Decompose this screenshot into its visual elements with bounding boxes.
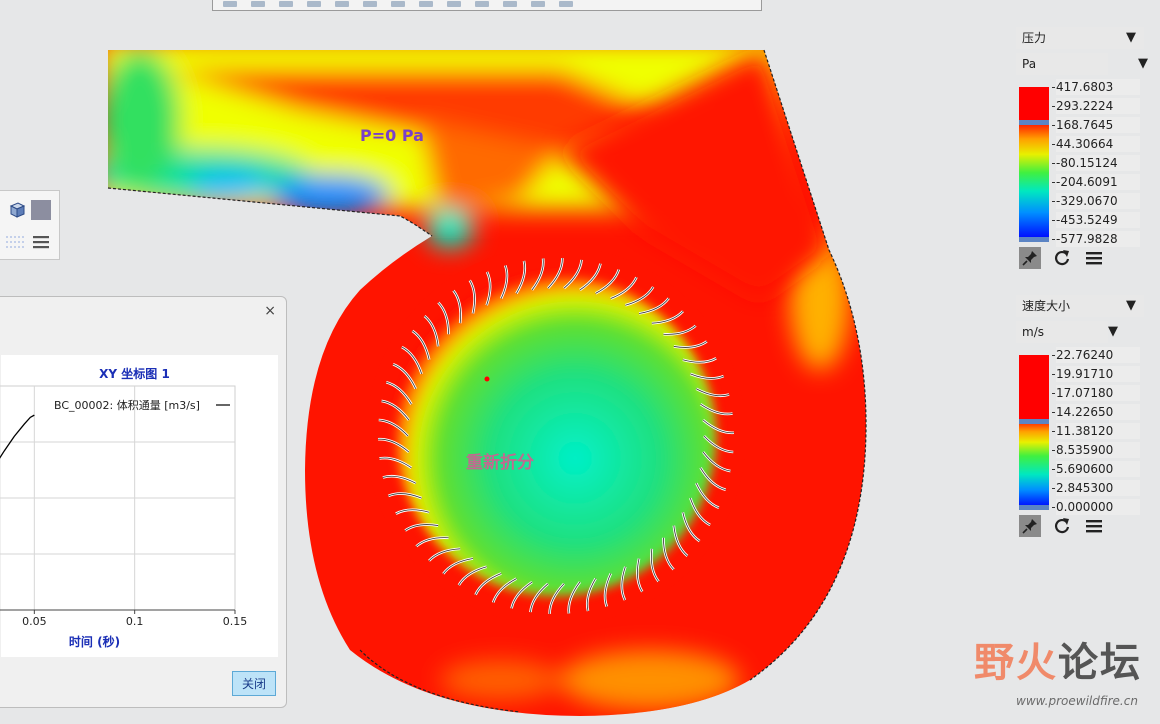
pressure-color-bar <box>1019 87 1049 240</box>
toolbar-icon[interactable] <box>503 1 517 7</box>
tick-label: 14.22650 <box>1052 404 1140 420</box>
tick-label: 168.7645 <box>1052 117 1140 133</box>
tick-label: 417.6803 <box>1052 79 1140 95</box>
unit-dropdown[interactable]: m/s ▼ <box>1016 321 1118 343</box>
cube-view-icon[interactable] <box>4 199 26 221</box>
toolbar-icon[interactable] <box>475 1 489 7</box>
quantity-label: 压力 <box>1022 31 1047 45</box>
x-axis-title: 时间 (秒) <box>68 635 121 649</box>
tick-label: 5.690600 <box>1052 461 1140 477</box>
velocity-legend: 速度大小 ▼ m/s ▼ 22.76240 19.91710 17.07180 … <box>1016 295 1144 540</box>
watermark-text-a: 野火 <box>974 640 1058 686</box>
series-line <box>0 414 35 459</box>
outlet-pressure-label: P=0 Pa <box>360 126 424 145</box>
unit-dropdown[interactable]: Pa ▼ <box>1016 53 1148 75</box>
tick-label: -453.5249 <box>1052 212 1140 228</box>
unit-label: m/s <box>1022 325 1044 339</box>
tick-label: -577.9828 <box>1052 231 1140 247</box>
range-handle-lower[interactable] <box>1019 237 1049 242</box>
quantity-dropdown[interactable]: 压力 ▼ <box>1016 27 1144 49</box>
pressure-legend: 压力 ▼ Pa ▼ 417.6803 293.2224 168.7645 44.… <box>1016 27 1148 272</box>
tick-label: -80.15124 <box>1052 155 1140 171</box>
toolbar-icon[interactable] <box>531 1 545 7</box>
dropdown-arrow-icon: ▼ <box>1126 30 1136 45</box>
unit-label: Pa <box>1022 57 1037 71</box>
status-overlay-text: 重新折分 <box>466 453 534 473</box>
tick-label: -329.0670 <box>1052 193 1140 209</box>
tick-label: 293.2224 <box>1052 98 1140 114</box>
toolbar-icon[interactable] <box>559 1 573 7</box>
menu-icon[interactable] <box>1083 515 1105 537</box>
probe-point <box>484 376 490 382</box>
toolbar-icon[interactable] <box>335 1 349 7</box>
toolbar-icon[interactable] <box>391 1 405 7</box>
tick-label: 11.38120 <box>1052 423 1140 439</box>
impeller-inner-field <box>396 276 716 596</box>
tick-label: 44.30664 <box>1052 136 1140 152</box>
tick-label: 0.000000 <box>1052 499 1140 515</box>
watermark-logo: 野火论坛 <box>974 630 1142 688</box>
quantity-label: 速度大小 <box>1022 299 1071 313</box>
tick-label: 22.76240 <box>1052 347 1140 363</box>
toolbar-icon[interactable] <box>223 1 237 7</box>
toolbar-icon[interactable] <box>447 1 461 7</box>
tick-label: 17.07180 <box>1052 385 1140 401</box>
legend-entry-label: BC_00002: 体积通量 [m3/s] <box>54 398 200 412</box>
top-toolbar[interactable] <box>212 0 762 11</box>
range-handle-upper[interactable] <box>1019 419 1049 424</box>
toolbar-icon[interactable] <box>279 1 293 7</box>
range-handle-lower[interactable] <box>1019 505 1049 510</box>
x-tick-label: 0.15 <box>223 615 248 628</box>
tick-label: 19.91710 <box>1052 366 1140 382</box>
toolbar-icon[interactable] <box>307 1 321 7</box>
menu-icon[interactable] <box>30 231 52 253</box>
x-tick-label: 0.05 <box>22 615 47 628</box>
dropdown-arrow-icon: ▼ <box>1108 324 1118 339</box>
dropdown-arrow-icon: ▼ <box>1126 298 1136 313</box>
range-handle-upper[interactable] <box>1019 120 1049 125</box>
quantity-dropdown[interactable]: 速度大小 ▼ <box>1016 295 1144 317</box>
tick-label: 2.845300 <box>1052 480 1140 496</box>
refresh-icon[interactable] <box>1051 515 1073 537</box>
xy-plot-dialog[interactable]: × XY 坐标图 1 0.05 0.1 0.15 BC_00002: 体积通量 [m3… <box>0 296 287 708</box>
toolbar-icon[interactable] <box>419 1 433 7</box>
tick-label: 8.535900 <box>1052 442 1140 458</box>
velocity-color-bar <box>1019 355 1049 508</box>
watermark-text-b: 论坛 <box>1058 640 1142 686</box>
close-button[interactable]: 关闭 <box>232 671 276 696</box>
x-tick-label: 0.1 <box>126 615 144 628</box>
pin-icon[interactable] <box>1019 515 1041 537</box>
dropdown-arrow-icon: ▼ <box>1138 56 1148 71</box>
menu-icon[interactable] <box>1083 247 1105 269</box>
refresh-icon[interactable] <box>1051 247 1073 269</box>
view-tools-panel <box>0 190 60 260</box>
mesh-display-icon[interactable] <box>4 231 26 253</box>
watermark-url: www.proewildfire.cn <box>1016 694 1138 708</box>
toolbar-icon[interactable] <box>363 1 377 7</box>
shaded-display-icon[interactable] <box>30 199 52 221</box>
pin-icon[interactable] <box>1019 247 1041 269</box>
tick-label: -204.6091 <box>1052 174 1140 190</box>
toolbar-icon[interactable] <box>251 1 265 7</box>
